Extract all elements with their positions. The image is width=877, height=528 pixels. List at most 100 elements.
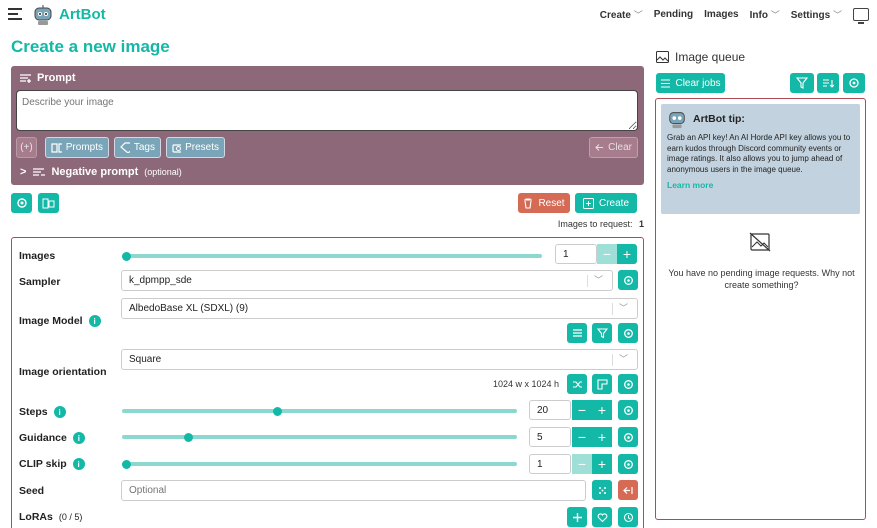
nav-settings[interactable]: Settings ﹀ [791,8,842,21]
decrement-button[interactable]: − [572,454,592,474]
tags-button[interactable]: Tags [114,137,161,158]
images-label: Images [19,250,56,262]
slider-thumb[interactable] [122,459,131,469]
arrow-left-bar-icon [623,486,633,494]
monitor-icon[interactable] [853,8,869,24]
divider [612,354,613,366]
increment-button[interactable]: + [592,400,612,420]
page-title: Create a new image [11,37,170,56]
steps-label: Steps i [19,406,66,418]
learn-more-link[interactable]: Learn more [667,180,854,190]
tag-icon [120,142,130,153]
artbot-tip: ArtBot tip: Grab an API key! An AI Horde… [661,104,860,214]
model-list-button[interactable] [567,323,587,343]
info-icon[interactable]: i [53,406,66,418]
steps-settings-button[interactable] [618,400,638,420]
plus-icon [572,512,582,522]
info-icon[interactable]: i [88,315,101,327]
increment-button[interactable]: + [592,454,612,474]
orientation-settings-button[interactable] [618,374,638,394]
increment-button[interactable]: + [617,244,637,264]
clear-prompt-button[interactable]: Clear [589,137,638,158]
clip-skip-input[interactable]: 1 [529,454,571,474]
guidance-slider[interactable] [122,432,517,442]
image-model-label: Image Model i [19,315,101,327]
create-button[interactable]: Create [575,193,637,213]
image-orientation-select[interactable]: Square ﹀ [121,349,638,370]
steps-input[interactable]: 20 [529,400,571,420]
arrow-left-bar-icon [595,144,605,151]
filter-icon [796,77,808,89]
settings-gear-button[interactable] [11,193,32,213]
guidance-settings-button[interactable] [618,427,638,447]
nav-images[interactable]: Images [704,9,738,20]
gear-icon [623,275,633,285]
filter-icon [596,327,608,338]
artbot-logo-icon [34,5,52,25]
plus-square-icon [582,197,594,209]
image-dimensions: 1024 w x 1024 h [493,379,560,389]
tip-title: ArtBot tip: [667,109,854,129]
clear-seed-button[interactable] [618,480,638,500]
gear-icon [623,379,633,389]
image-queue-panel: ArtBot tip: Grab an API key! An AI Horde… [655,98,866,520]
clip-skip-settings-button[interactable] [618,454,638,474]
chevron-right-icon: > [20,166,27,178]
images-to-request: Images to request: 1 [557,219,644,229]
aspect-ratio-icon [596,378,608,390]
random-orientation-button[interactable] [567,374,587,394]
text-lines-icon [33,168,46,176]
top-nav: Create ﹀ Pending Images Info ﹀ Settings … [600,8,869,24]
queue-filter-button[interactable] [790,73,814,93]
gear-icon [623,328,633,338]
clip-skip-slider[interactable] [122,459,517,469]
info-icon[interactable]: i [72,458,85,470]
nav-pending[interactable]: Pending [654,9,693,20]
hamburger-menu-icon[interactable] [8,8,22,20]
random-seed-button[interactable] [592,480,612,500]
aspect-ratio-button[interactable] [592,374,612,394]
decrement-button[interactable]: − [597,244,617,264]
dice-icon [598,486,606,494]
image-model-select[interactable]: AlbedoBase XL (SDXL) (9) ﹀ [121,298,638,319]
chevron-down-icon: ﹀ [593,275,603,285]
queue-settings-button[interactable] [843,73,865,93]
divider [587,275,588,287]
add-prompt-button[interactable]: (+) [16,137,37,158]
loras-label: LoRAs (0 / 5) [19,511,83,523]
negative-prompt-toggle[interactable]: > Negative prompt (optional) [20,166,182,178]
favorite-lora-button[interactable] [592,507,612,527]
model-settings-button[interactable] [618,323,638,343]
add-lora-button[interactable] [567,507,587,527]
sampler-settings-button[interactable] [618,270,638,290]
clear-jobs-button[interactable]: Clear jobs [656,73,725,93]
nav-info[interactable]: Info ﹀ [750,8,780,21]
info-icon[interactable]: i [72,432,85,444]
clip-skip-label: CLIP skip i [19,458,85,470]
nav-create[interactable]: Create ﹀ [600,8,643,21]
presets-button[interactable]: Presets [166,137,225,158]
steps-slider[interactable] [122,406,517,416]
guidance-input[interactable]: 5 [529,427,571,447]
prompt-input[interactable] [16,90,638,131]
sampler-select[interactable]: k_dpmpp_sde ﹀ [121,270,613,291]
chevron-down-icon: ﹀ [770,10,780,20]
slider-thumb[interactable] [272,406,282,416]
book-icon [51,143,62,153]
slider-thumb[interactable] [183,432,193,442]
brand-title[interactable]: ArtBot [59,6,106,23]
lora-history-button[interactable] [618,507,638,527]
queue-sort-button[interactable] [817,73,839,93]
images-slider[interactable] [122,251,542,261]
model-filter-button[interactable] [592,323,612,343]
decrement-button[interactable]: − [572,400,592,420]
decrement-button[interactable]: − [572,427,592,447]
images-count-input[interactable]: 1 [555,244,597,264]
layout-toggle-button[interactable] [38,193,59,213]
reset-button[interactable]: Reset [518,193,570,213]
seed-input[interactable] [121,480,586,501]
increment-button[interactable]: + [592,427,612,447]
prompts-button[interactable]: Prompts [45,137,109,158]
slider-thumb[interactable] [122,251,131,261]
list-icon [572,329,582,337]
